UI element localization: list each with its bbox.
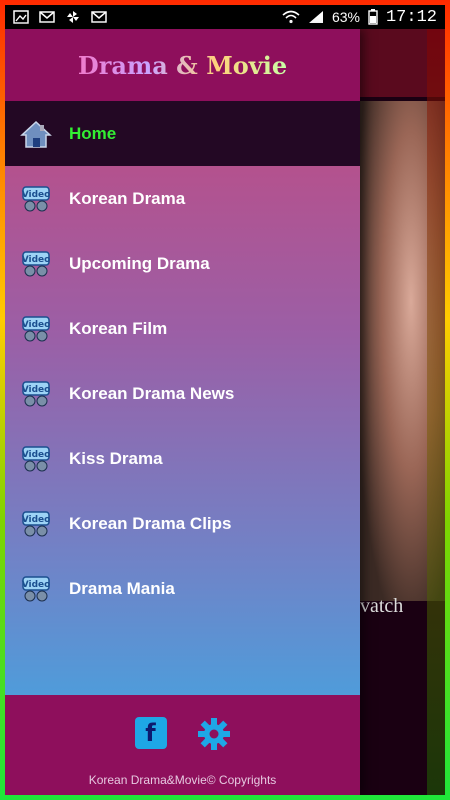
drawer-footer: f Korean Drama&Movie© Copyrights: [5, 695, 360, 795]
video-icon: Video: [19, 379, 53, 409]
menu-item-korean-drama[interactable]: Video Korean Drama: [5, 166, 360, 231]
menu-item-label: Korean Drama Clips: [69, 513, 232, 533]
battery-icon: [368, 9, 378, 25]
video-icon: Video: [19, 444, 53, 474]
edge-shade: [427, 29, 445, 795]
menu-item-label: Korean Film: [69, 318, 168, 338]
svg-text:Video: Video: [22, 515, 51, 525]
video-icon: Video: [19, 509, 53, 539]
video-icon: Video: [19, 249, 53, 279]
svg-text:Video: Video: [22, 580, 51, 590]
app-title: Drama & Movie: [77, 50, 288, 80]
menu-item-korean-film[interactable]: Video Korean Film: [5, 296, 360, 361]
menu-item-label: Home: [69, 123, 117, 143]
featured-caption: vatch: [360, 595, 404, 617]
gmail-icon: [91, 11, 107, 23]
home-icon: [19, 119, 53, 149]
gallery-icon: [13, 10, 29, 24]
menu-item-korean-drama-news[interactable]: Video Korean Drama News: [5, 361, 360, 426]
drawer-menu: Home Video Korean Drama Video Upcoming D…: [5, 101, 360, 621]
menu-item-kiss-drama[interactable]: Video Kiss Drama: [5, 426, 360, 491]
pinwheel-icon: [67, 11, 79, 23]
wifi-icon: [282, 10, 300, 24]
signal-icon: [308, 11, 323, 23]
drawer-header: Drama & Movie: [5, 29, 360, 101]
svg-text:Video: Video: [22, 190, 51, 200]
video-icon: Video: [19, 314, 53, 344]
menu-item-label: Korean Drama: [69, 188, 186, 208]
menu-item-upcoming-drama[interactable]: Video Upcoming Drama: [5, 231, 360, 296]
main-content-behind: vatch: [360, 29, 445, 795]
menu-item-drama-mania[interactable]: Video Drama Mania: [5, 556, 360, 621]
status-bar: 63% 17:12: [5, 5, 445, 29]
menu-item-home[interactable]: Home: [5, 101, 360, 166]
video-icon: Video: [19, 184, 53, 214]
menu-item-label: Korean Drama News: [69, 383, 235, 403]
svg-text:Video: Video: [22, 320, 51, 330]
menu-item-korean-drama-clips[interactable]: Video Korean Drama Clips: [5, 491, 360, 556]
svg-text:Video: Video: [22, 385, 51, 395]
svg-text:Video: Video: [22, 450, 51, 460]
video-icon: Video: [19, 574, 53, 604]
menu-item-label: Kiss Drama: [69, 448, 163, 468]
svg-text:Video: Video: [22, 255, 51, 265]
copyright-text: Korean Drama&Movie© Copyrights: [88, 773, 277, 787]
navigation-drawer: Drama & Movie Home Video Korean Drama Vi…: [5, 29, 360, 795]
settings-button[interactable]: [197, 717, 231, 751]
menu-item-label: Drama Mania: [69, 578, 175, 598]
phone-screen: 63% 17:12 vatch Drama & Movie Home Video: [5, 5, 445, 795]
clock: 17:12: [385, 7, 437, 27]
gear-icon: [197, 718, 230, 750]
footer-actions: f: [5, 717, 360, 751]
gmail-icon: [39, 11, 55, 23]
menu-item-label: Upcoming Drama: [69, 253, 210, 273]
battery-percent: 63%: [331, 9, 360, 25]
facebook-button[interactable]: f: [134, 717, 167, 749]
facebook-icon: f: [145, 719, 156, 747]
